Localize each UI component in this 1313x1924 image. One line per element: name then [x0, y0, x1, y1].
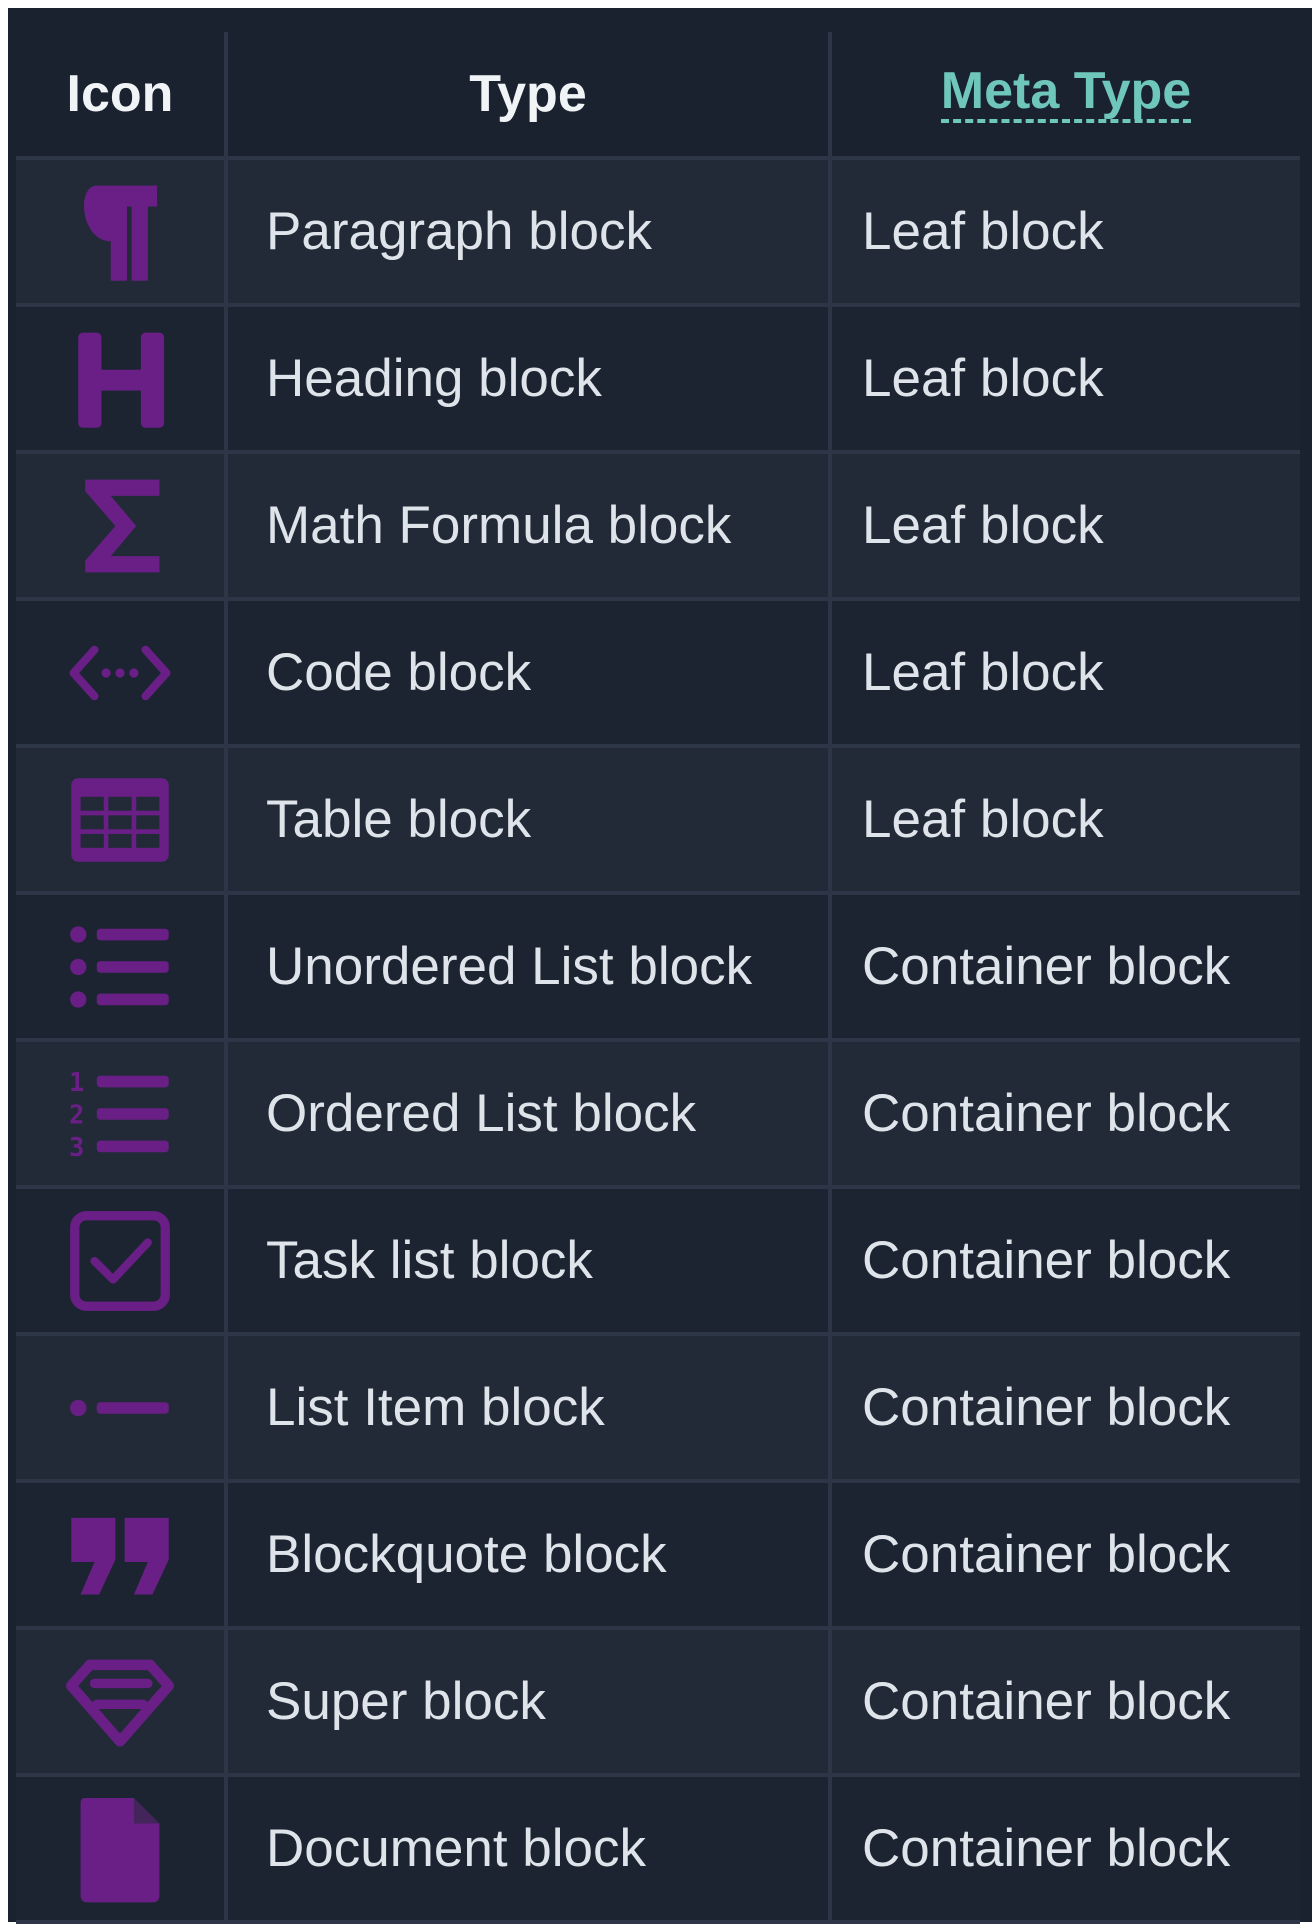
- table-row: Code block Leaf block: [16, 601, 1300, 748]
- block-types-table: Icon Type Meta Type Paragraph block Leaf…: [16, 32, 1300, 1924]
- task-list-icon: [70, 1210, 170, 1311]
- row-meta-type: Container block: [828, 1189, 1300, 1332]
- row-meta-type: Leaf block: [828, 748, 1300, 891]
- row-type: Heading block: [224, 307, 828, 450]
- super-block-icon: [66, 1659, 174, 1747]
- row-meta-type: Leaf block: [828, 307, 1300, 450]
- blockquote-icon: [71, 1517, 169, 1594]
- table-row: Heading block Leaf block: [16, 307, 1300, 454]
- table-body: Paragraph block Leaf block Heading block…: [16, 160, 1300, 1924]
- table-row: Task list block Container block: [16, 1189, 1300, 1336]
- heading-icon: [78, 332, 165, 428]
- table-row: Blockquote block Container block: [16, 1483, 1300, 1630]
- document-icon: [80, 1797, 160, 1902]
- row-meta-type: Container block: [828, 1777, 1300, 1920]
- table-row: Unordered List block Container block: [16, 895, 1300, 1042]
- row-type: Code block: [224, 601, 828, 744]
- row-type: Task list block: [224, 1189, 828, 1332]
- row-meta-type: Container block: [828, 895, 1300, 1038]
- paragraph-icon: [83, 185, 158, 281]
- table-row: Super block Container block: [16, 1630, 1300, 1777]
- unordered-list-icon: [70, 925, 169, 1008]
- svg-text:2: 2: [69, 1100, 84, 1130]
- row-meta-type: Container block: [828, 1042, 1300, 1185]
- row-type: Blockquote block: [224, 1483, 828, 1626]
- table-row: Table block Leaf block: [16, 748, 1300, 895]
- header-meta-type[interactable]: Meta Type: [828, 32, 1300, 156]
- row-type: Ordered List block: [224, 1042, 828, 1185]
- row-type: Document block: [224, 1777, 828, 1920]
- row-type: Math Formula block: [224, 454, 828, 597]
- table-row: Paragraph block Leaf block: [16, 160, 1300, 307]
- svg-text:1: 1: [69, 1067, 84, 1097]
- table-icon: [71, 777, 169, 862]
- svg-text:3: 3: [69, 1132, 84, 1162]
- math-sigma-icon: [85, 479, 160, 572]
- code-icon: [69, 645, 171, 700]
- meta-type-link[interactable]: Meta Type: [940, 65, 1192, 123]
- table-header: Icon Type Meta Type: [16, 32, 1300, 160]
- block-types-panel: Icon Type Meta Type Paragraph block Leaf…: [8, 8, 1312, 1924]
- table-row: 1 2 3 Ordered List block Container block: [16, 1042, 1300, 1189]
- table-row: Document block Container block: [16, 1777, 1300, 1924]
- row-meta-type: Container block: [828, 1483, 1300, 1626]
- list-item-icon: [70, 1399, 169, 1416]
- row-meta-type: Leaf block: [828, 454, 1300, 597]
- row-meta-type: Container block: [828, 1336, 1300, 1479]
- row-meta-type: Leaf block: [828, 601, 1300, 744]
- header-type: Type: [224, 32, 828, 156]
- header-icon: Icon: [66, 65, 174, 123]
- table-row: List Item block Container block: [16, 1336, 1300, 1483]
- ordered-list-icon: 1 2 3: [69, 1067, 169, 1162]
- row-type: Table block: [224, 748, 828, 891]
- row-type: Super block: [224, 1630, 828, 1773]
- row-type: Unordered List block: [224, 895, 828, 1038]
- row-meta-type: Leaf block: [828, 160, 1300, 303]
- row-type: List Item block: [224, 1336, 828, 1479]
- table-row: Math Formula block Leaf block: [16, 454, 1300, 601]
- row-meta-type: Container block: [828, 1630, 1300, 1773]
- row-type: Paragraph block: [224, 160, 828, 303]
